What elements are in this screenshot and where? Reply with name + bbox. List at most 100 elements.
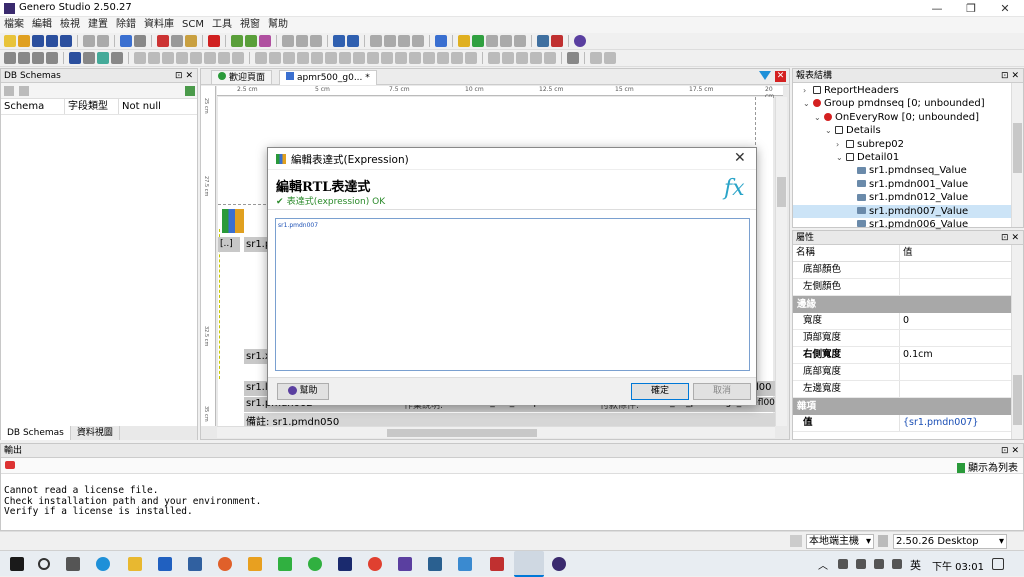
property-value[interactable]: 0.1cm (900, 347, 933, 363)
paste-icon[interactable] (185, 35, 197, 47)
maximize-button[interactable]: ❐ (954, 0, 988, 17)
layout-icon-3[interactable] (162, 52, 174, 64)
expression-editor[interactable]: sr1.pmdn007 (275, 218, 750, 371)
file-explorer-icon[interactable] (128, 557, 142, 571)
property-section[interactable]: 邊緣 (793, 296, 1023, 313)
redo-icon[interactable] (134, 35, 146, 47)
element-icon-17[interactable] (488, 52, 500, 64)
tools-icon[interactable] (551, 35, 563, 47)
compile-icon[interactable] (231, 35, 243, 47)
edge-icon[interactable] (96, 557, 110, 571)
pointer-icon[interactable] (83, 52, 95, 64)
element-icon-9[interactable] (367, 52, 379, 64)
network-icon[interactable] (874, 559, 884, 569)
start-icon[interactable] (10, 557, 24, 571)
tree-node[interactable]: ⌄ Details (793, 124, 1023, 137)
database-icon[interactable] (185, 86, 195, 96)
tree-node[interactable]: sr1.pmdn007_Value (793, 204, 1023, 218)
step-over-icon[interactable] (32, 52, 44, 64)
layout-icon-8[interactable] (232, 52, 244, 64)
show-as-list-button[interactable]: 顯示為列表 (957, 459, 1018, 474)
tree-node[interactable]: sr1.pmdn012_Value (793, 191, 1023, 204)
tab-data-view[interactable]: 資料視圖 (71, 426, 120, 440)
menu-file[interactable]: 檔案 (0, 17, 28, 33)
layout-icon-6[interactable] (204, 52, 216, 64)
tool-icon-9[interactable] (500, 35, 512, 47)
tree-node[interactable]: sr1.pmdn001_Value (793, 178, 1023, 191)
tool-icon-5[interactable] (384, 35, 396, 47)
dialog-close-icon[interactable]: ✕ (734, 150, 746, 166)
expand-arrow-icon[interactable]: › (836, 138, 846, 151)
build-all-icon[interactable] (259, 35, 271, 47)
layout-icon-2[interactable] (148, 52, 160, 64)
save-as-icon[interactable] (46, 35, 58, 47)
task-view-icon[interactable] (66, 557, 80, 571)
canvas-item[interactable]: [..] (218, 237, 240, 252)
clock[interactable]: 下午 03:01 (932, 558, 984, 573)
element-icon-16[interactable] (465, 52, 477, 64)
tool-icon-8[interactable] (486, 35, 498, 47)
deploy-icon[interactable] (333, 35, 345, 47)
property-row[interactable]: 右側寬度 0.1cm (793, 347, 1023, 364)
col-not-null[interactable]: Not null (119, 99, 161, 114)
menu-build[interactable]: 建置 (84, 17, 112, 33)
app-icon-1[interactable] (188, 557, 202, 571)
zoom-out-icon[interactable] (111, 52, 123, 64)
build-icon[interactable] (245, 35, 257, 47)
element-icon-19[interactable] (516, 52, 528, 64)
property-value[interactable]: 0 (900, 313, 909, 329)
tree-node[interactable]: sr1.pmdnseq_Value (793, 164, 1023, 177)
col-schema[interactable]: Schema (1, 99, 65, 114)
copy-icon[interactable] (171, 35, 183, 47)
properties-scrollbar[interactable] (1011, 245, 1023, 439)
minimize-button[interactable]: — (920, 0, 954, 17)
tab-welcome[interactable]: 歡迎頁面 (211, 70, 273, 85)
save-all-icon[interactable] (60, 35, 72, 47)
app-icon-5[interactable] (428, 557, 442, 571)
wechat-icon[interactable] (308, 557, 322, 571)
print-preview-icon[interactable] (97, 35, 109, 47)
element-icon-13[interactable] (423, 52, 435, 64)
line-icon[interactable] (278, 557, 292, 571)
col-field-type[interactable]: 字段類型 (65, 99, 119, 114)
property-row[interactable]: 頂部寬度 (793, 330, 1023, 347)
export-icon[interactable] (347, 35, 359, 47)
chart-widget-icon[interactable] (222, 209, 244, 233)
canvas-item[interactable]: sr1.l (246, 382, 268, 393)
run-icon[interactable] (472, 35, 484, 47)
property-value[interactable] (900, 330, 903, 346)
element-icon-11[interactable] (395, 52, 407, 64)
save-icon[interactable] (32, 35, 44, 47)
element-icon-14[interactable] (437, 52, 449, 64)
app-icon-4[interactable] (398, 557, 412, 571)
tab-report[interactable]: apmr500_g0... * (279, 70, 377, 85)
volume-icon[interactable] (892, 559, 902, 569)
tree-node[interactable]: ⌄ Detail01 (793, 151, 1023, 164)
clear-output-icon[interactable] (5, 461, 15, 469)
frame-icon[interactable] (590, 52, 602, 64)
tool-icon-2[interactable] (296, 35, 308, 47)
firefox-icon[interactable] (218, 557, 232, 571)
cancel-button[interactable]: 取消 (693, 383, 751, 400)
element-icon-7[interactable] (339, 52, 351, 64)
canvas-item[interactable]: l00 (756, 382, 772, 393)
menu-view[interactable]: 檢視 (56, 17, 84, 33)
undo-icon[interactable] (120, 35, 132, 47)
genero-studio-task[interactable] (514, 551, 544, 577)
vscroll-thumb[interactable] (777, 177, 786, 207)
element-icon-10[interactable] (381, 52, 393, 64)
element-icon-18[interactable] (502, 52, 514, 64)
element-icon-5[interactable] (311, 52, 323, 64)
ok-button[interactable]: 確定 (631, 383, 689, 400)
tray-icon-1[interactable] (838, 559, 848, 569)
expand-arrow-icon[interactable]: ⌄ (836, 151, 846, 164)
property-row[interactable]: 底部寬度 (793, 364, 1023, 381)
filter-icon[interactable] (19, 86, 29, 96)
expand-arrow-icon[interactable]: ⌄ (825, 124, 835, 137)
paragraph-icon[interactable] (69, 52, 81, 64)
open-folder-icon[interactable] (18, 35, 30, 47)
tray-chevron-icon[interactable]: ︿ (818, 557, 828, 572)
app-icon-6[interactable] (458, 557, 472, 571)
property-value[interactable] (900, 262, 903, 278)
new-file-icon[interactable] (4, 35, 16, 47)
